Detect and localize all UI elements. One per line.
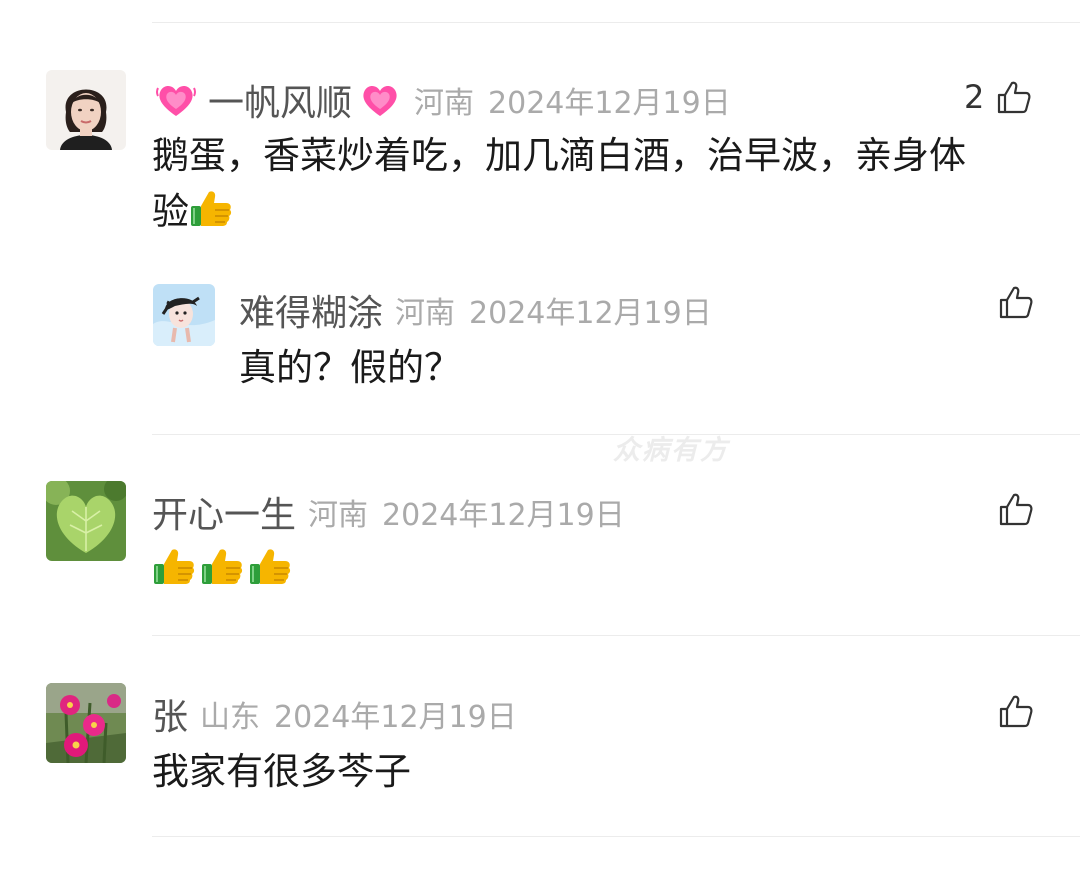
comment-3-nickname[interactable]: 张 bbox=[152, 688, 188, 740]
comment-1-location: 河南 bbox=[414, 86, 475, 121]
reply-1-nickname[interactable]: 难得糊涂 bbox=[239, 284, 383, 336]
comment-2-location: 河南 bbox=[308, 498, 369, 533]
divider bbox=[152, 635, 1080, 636]
divider-top bbox=[152, 22, 1080, 23]
comment-3-text: 我家有很多芩子 bbox=[152, 750, 411, 793]
reply-1-date: 2024年12月19日 bbox=[469, 296, 712, 331]
comment-2-nickname[interactable]: 开心一生 bbox=[152, 486, 296, 538]
watermark-text: 众病有方 bbox=[613, 435, 729, 466]
reply-1-header: 难得糊涂 河南 2024年12月19日 bbox=[239, 284, 712, 336]
avatar-user-2[interactable] bbox=[46, 481, 126, 561]
comment-1-header: 一帆风顺 河南 2024年12月19日 bbox=[154, 74, 731, 126]
thumbs-up-outline-icon bbox=[998, 81, 1031, 114]
avatar-user-1[interactable] bbox=[46, 70, 126, 150]
thumbs-up-outline-icon bbox=[999, 493, 1033, 526]
comment-1-nickname[interactable]: 一帆风顺 bbox=[208, 74, 352, 126]
comment-1-text: 鹅蛋，香菜炒着吃，加几滴白酒，治早波，亲身体 验 bbox=[152, 128, 1052, 240]
comment-1-date: 2024年12月19日 bbox=[488, 86, 731, 121]
thumbs-up-emoji bbox=[248, 544, 292, 588]
heart-icon bbox=[358, 78, 402, 122]
thumbs-up-emoji bbox=[189, 186, 233, 230]
like-count: 2 bbox=[964, 78, 985, 116]
thumbs-up-emoji bbox=[152, 544, 196, 588]
comment-1-text-line1: 鹅蛋，香菜炒着吃，加几滴白酒，治早波，亲身体 bbox=[152, 134, 966, 177]
thumbs-up-outline-icon bbox=[999, 286, 1033, 319]
comment-2-text bbox=[152, 542, 292, 598]
comment-1-like-button[interactable]: 2 bbox=[964, 78, 1032, 116]
reply-1-location: 河南 bbox=[395, 296, 456, 331]
comment-3-like-button[interactable] bbox=[998, 693, 1034, 729]
comment-3-date: 2024年12月19日 bbox=[274, 700, 517, 735]
reply-1-like-button[interactable] bbox=[998, 284, 1034, 320]
avatar-reply-user[interactable] bbox=[153, 284, 215, 346]
avatar-user-3[interactable] bbox=[46, 683, 126, 763]
reply-1-text: 真的？假的？ bbox=[239, 346, 461, 389]
heart-icon bbox=[154, 78, 198, 122]
comment-3-header: 张 山东 2024年12月19日 bbox=[152, 688, 517, 740]
comment-2-date: 2024年12月19日 bbox=[382, 498, 625, 533]
divider bbox=[152, 836, 1080, 837]
thumbs-up-outline-icon bbox=[999, 695, 1033, 728]
comment-2-like-button[interactable] bbox=[998, 491, 1034, 527]
comment-2-header: 开心一生 河南 2024年12月19日 bbox=[152, 486, 625, 538]
comment-3-location: 山东 bbox=[200, 700, 261, 735]
comment-1-text-line2: 验 bbox=[152, 190, 189, 233]
thumbs-up-emoji bbox=[200, 544, 244, 588]
